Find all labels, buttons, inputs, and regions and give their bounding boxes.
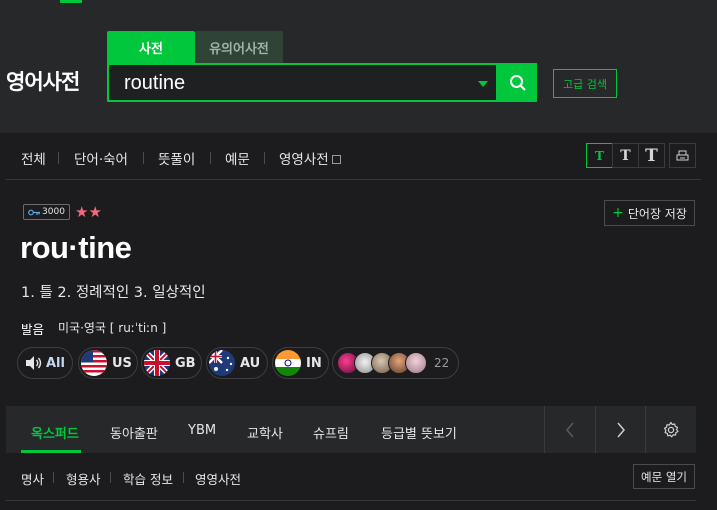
- save-to-wordbook-label: 단어장 저장: [627, 206, 687, 221]
- printer-icon: [676, 150, 689, 160]
- save-to-wordbook-button[interactable]: + 단어장 저장: [604, 200, 695, 226]
- divider: [6, 179, 701, 180]
- category-words-idioms[interactable]: 단어·숙어: [74, 148, 128, 168]
- tab-level-meanings[interactable]: 등급별 뜻보기: [381, 423, 457, 442]
- plus-icon: +: [612, 205, 624, 221]
- in-flag-icon: [275, 350, 301, 376]
- level-badge: 3000: [23, 204, 70, 220]
- text-size-medium-button[interactable]: T: [612, 143, 639, 168]
- divider: [6, 500, 696, 501]
- divider: [210, 152, 211, 164]
- audio-all-button[interactable]: All: [17, 347, 73, 379]
- search-input[interactable]: routine: [107, 63, 498, 102]
- advanced-search-button[interactable]: 고급 검색: [553, 69, 617, 98]
- text-size-small-button[interactable]: T: [586, 143, 613, 168]
- english-english-link[interactable]: 영영사전: [195, 469, 241, 488]
- divider: [264, 152, 265, 164]
- tab-donga[interactable]: 동아출판: [110, 423, 158, 442]
- level-badge-text: 3000: [42, 207, 65, 217]
- divider: [183, 472, 184, 483]
- chevron-down-icon[interactable]: [478, 81, 488, 87]
- speaker-icon: [26, 356, 42, 370]
- tab-dictionary[interactable]: 사전: [107, 31, 195, 63]
- search-icon: [509, 74, 526, 91]
- audio-us-button[interactable]: US: [78, 347, 138, 379]
- key-icon: [28, 209, 41, 215]
- tab-synonym-dictionary[interactable]: 유의어사전: [195, 31, 283, 63]
- audio-in-button[interactable]: IN: [272, 347, 329, 379]
- active-tab-indicator: [21, 450, 81, 453]
- audio-au-button[interactable]: AU: [206, 347, 268, 379]
- pronunciation-label: 발음: [21, 322, 45, 337]
- divider: [53, 472, 54, 483]
- learning-info-link[interactable]: 학습 정보: [123, 469, 173, 488]
- chevron-left-icon: [566, 422, 574, 437]
- app-logo[interactable]: 영어사전: [6, 66, 80, 96]
- category-definitions[interactable]: 뜻풀이: [158, 148, 195, 168]
- audio-gb-button[interactable]: GB: [141, 347, 202, 379]
- au-flag-icon: [209, 350, 235, 376]
- divider: [58, 152, 59, 164]
- text-size-large-button[interactable]: T: [638, 143, 665, 168]
- user-pronunciation-count: 22: [434, 356, 450, 370]
- category-examples[interactable]: 예문: [225, 148, 250, 168]
- us-flag-icon: [81, 350, 107, 376]
- settings-button[interactable]: [645, 406, 696, 453]
- tab-supreme[interactable]: 슈프림: [313, 423, 349, 442]
- gb-flag-icon: [144, 350, 170, 376]
- audio-us-label: US: [112, 355, 132, 371]
- category-english-english[interactable]: 영영사전: [279, 148, 341, 168]
- category-all[interactable]: 전체: [21, 148, 46, 168]
- pronunciation-text: 미국·영국 [ ruːˈtiːn ]: [58, 321, 167, 335]
- pos-adjective[interactable]: 형용사: [66, 469, 101, 488]
- tab-kyohak[interactable]: 교학사: [247, 423, 283, 442]
- importance-stars: ★★: [75, 203, 102, 221]
- pos-noun[interactable]: 명사: [21, 469, 44, 488]
- print-button[interactable]: [669, 143, 696, 168]
- external-link-icon: [331, 155, 341, 164]
- headword: rou·tine: [20, 230, 132, 265]
- tab-ybm[interactable]: YBM: [188, 423, 216, 438]
- audio-gb-label: GB: [175, 355, 196, 371]
- gear-icon: [663, 421, 679, 437]
- avatar: [405, 352, 427, 374]
- audio-all-label: All: [46, 355, 65, 371]
- user-pronunciations-button[interactable]: 22: [332, 347, 459, 379]
- chevron-right-icon: [617, 422, 625, 437]
- divider: [110, 472, 111, 483]
- open-examples-button[interactable]: 예문 열기: [633, 464, 695, 489]
- search-button[interactable]: [498, 63, 537, 102]
- audio-in-label: IN: [306, 355, 322, 371]
- category-english-english-label: 영영사전: [279, 152, 329, 168]
- divider: [143, 152, 144, 164]
- search-input-value: routine: [124, 72, 186, 94]
- next-button[interactable]: [595, 406, 646, 453]
- audio-au-label: AU: [240, 355, 261, 371]
- top-accent-bar: [60, 0, 82, 3]
- meaning-summary: 1. 틀 2. 정례적인 3. 일상적인: [21, 285, 206, 301]
- previous-button[interactable]: [544, 406, 595, 453]
- tab-oxford[interactable]: 옥스퍼드: [31, 423, 79, 442]
